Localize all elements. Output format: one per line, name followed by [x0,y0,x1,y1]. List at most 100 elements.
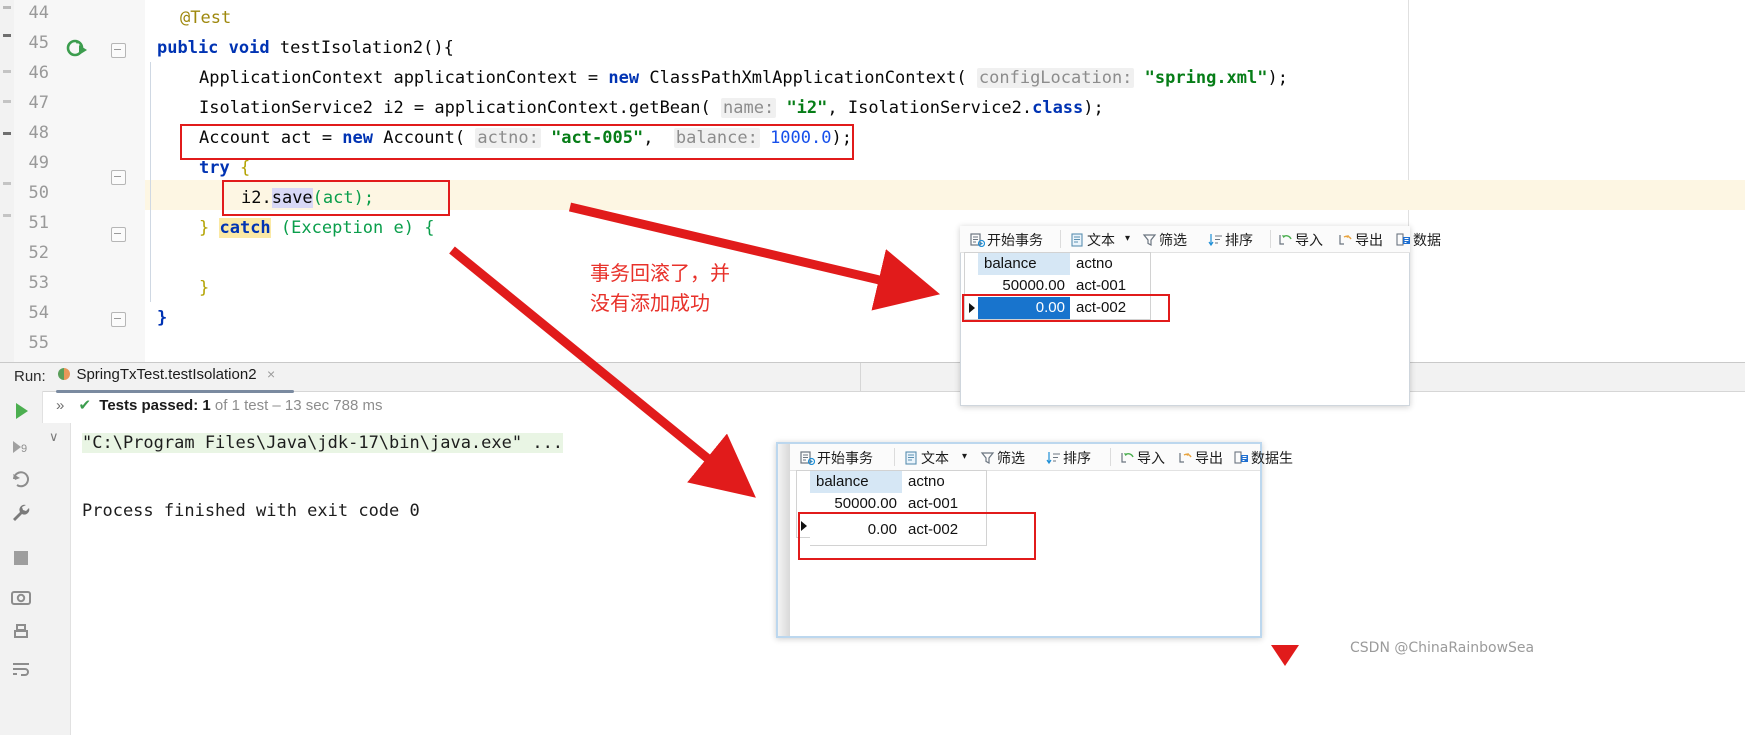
console-fold-column[interactable]: ∨ [42,423,71,735]
line-number: 48 [28,123,49,143]
kw-class: class [1032,98,1084,118]
kw-try: try [199,158,230,178]
method-signature: testIsolation2(){ [279,38,454,58]
tests-passed-count: Tests passed: 1 [99,397,211,414]
chevron-down-icon[interactable]: ▾ [1125,233,1130,244]
code-line-47: IsolationService2 i2 = applicationContex… [199,93,1104,123]
expand-chevron-icon[interactable]: » [56,397,64,414]
run-label: Run: [14,368,46,385]
tb-label: 排序 [1225,233,1253,249]
fold-toggle[interactable] [111,170,126,185]
indent-guide [150,62,151,302]
code-line-45: public void testIsolation2(){ [157,33,454,63]
toolbar-separator [894,448,895,466]
row-marker-header [796,470,811,495]
line-number: 52 [28,243,49,263]
close-icon[interactable]: × [267,366,275,382]
kw-void: void [228,38,270,58]
column-header-actno[interactable]: actno [1070,252,1151,276]
filter-button[interactable]: 筛选 [980,448,1025,468]
data-generate-button[interactable]: 数据 [1396,230,1441,250]
run-side-toolbar[interactable]: 9 [0,391,43,735]
run-tab-title: SpringTxTest.testIsolation2 [76,366,257,383]
transaction-icon [800,451,816,466]
column-header-balance[interactable]: balance [978,252,1071,276]
editor-gutter[interactable]: 44 45 46 47 48 49 50 51 52 53 54 55 [14,0,145,362]
run-tab-bar[interactable]: Run: SpringTxTest.testIsolation2 × [0,363,1745,393]
brace: } [199,278,210,298]
brace: } [157,308,168,328]
fold-toggle[interactable] [111,227,126,242]
fold-toggle[interactable] [111,43,126,58]
active-tab-underline [56,390,294,393]
export-icon [1338,233,1353,247]
stop-button[interactable] [9,546,33,570]
chevron-down-icon[interactable]: ▾ [962,451,967,462]
code-line-53: } [199,273,209,303]
redbox-account-line [180,124,854,160]
print-icon[interactable] [9,621,33,645]
kw-catch: catch [219,218,271,238]
toggle-auto-test-button[interactable] [9,467,33,491]
rerun-button[interactable] [9,399,33,423]
export-icon [1178,451,1193,465]
import-icon [1120,451,1135,465]
text-button[interactable]: 文本 [904,448,949,468]
console-exit-line: Process finished with exit code 0 [82,501,420,521]
success-check-icon: ✔ [78,397,92,414]
sort-icon [1046,451,1061,465]
sort-button[interactable]: 排序 [1046,448,1091,468]
import-icon [1278,233,1293,247]
toolbar-separator [1270,230,1271,248]
test-state-icon [56,366,72,387]
svg-text:9: 9 [21,443,27,455]
brace: } [199,218,220,238]
export-button[interactable]: 导出 [1338,230,1383,250]
begin-transaction-button[interactable]: 开始事务 [970,230,1043,250]
run-test-gutter-icon[interactable] [66,38,88,60]
text-button[interactable]: 文本 [1070,230,1115,250]
db-toolbar-bottom[interactable]: 开始事务 文本 ▾ 筛选 排序 导入 导出 数据生 [790,444,1293,471]
tb-label: 导入 [1295,233,1323,249]
tb-label: 导出 [1195,451,1223,467]
text-icon [904,451,919,465]
column-header-balance[interactable]: balance [810,470,903,494]
sort-button[interactable]: 排序 [1208,230,1253,250]
screenshot-camera-icon[interactable] [9,585,33,609]
fold-toggle[interactable] [111,312,126,327]
tb-label: 筛选 [997,451,1025,467]
settings-wrench-icon[interactable] [9,501,33,525]
row-marker-header [964,252,979,277]
decl-text: ApplicationContext applicationContext = [199,68,609,88]
console-command-line: "C:\Program Files\Java\jdk-17\bin\java.e… [82,433,564,453]
begin-transaction-button[interactable]: 开始事务 [800,448,873,468]
run-tab-springtxtest[interactable]: SpringTxTest.testIsolation2 × [56,366,294,393]
soft-wrap-icon[interactable] [9,657,33,681]
data-generate-icon [1396,233,1411,247]
rerun-failed-tests-button[interactable]: 9 [9,435,33,459]
code-editor[interactable]: 44 45 46 47 48 49 50 51 52 53 54 55 @Tes… [0,0,1745,362]
tb-label: 排序 [1063,451,1091,467]
db-window-left-gutter [778,444,790,636]
chevron-down-icon[interactable]: ∨ [49,429,59,445]
brace: { [229,158,251,178]
line-number: 44 [28,3,49,23]
watermark: CSDN @ChinaRainbowSea [1350,640,1535,656]
db-result-window-top[interactable]: 开始事务 文本 ▾ 筛选 排序 导入 导出 数据 balance actno 5… [960,226,1441,406]
import-button[interactable]: 导入 [1120,448,1165,468]
filter-button[interactable]: 筛选 [1142,230,1187,250]
toolbar-separator [1110,448,1111,466]
import-button[interactable]: 导入 [1278,230,1323,250]
catch-params: (Exception e) { [270,218,435,238]
line-number: 45 [28,33,49,53]
db-toolbar-top[interactable]: 开始事务 文本 ▾ 筛选 排序 导入 导出 数据 [960,226,1441,253]
ctor-text: ClassPathXmlApplicationContext( [639,68,967,88]
data-generate-button[interactable]: 数据生 [1234,448,1293,468]
db-result-window-bottom[interactable]: 开始事务 文本 ▾ 筛选 排序 导入 导出 数据生 balance actno … [776,442,1293,638]
export-button[interactable]: 导出 [1178,448,1223,468]
string-literal: "i2" [786,98,828,118]
decl-text: IsolationService2 i2 = applicationContex… [199,98,711,118]
tests-duration: of 1 test – 13 sec 788 ms [214,397,383,414]
column-header-actno[interactable]: actno [902,470,987,494]
redbox-db-bottom-row [798,512,1036,560]
